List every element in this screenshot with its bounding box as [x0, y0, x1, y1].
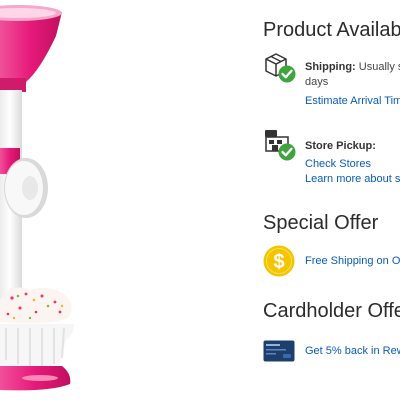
dessert-maker-illustration	[0, 5, 74, 391]
coin-glyph: $	[273, 251, 284, 273]
check-stores-link[interactable]: Check Stores	[305, 157, 371, 171]
product-availability-panel: Product Availabili Shipping: Usually shi…	[263, 0, 400, 400]
availability-heading: Product Availabili	[263, 19, 400, 41]
green-check-icon	[278, 143, 296, 161]
pickup-status-icon	[263, 128, 297, 162]
shipping-status-icon	[263, 50, 297, 84]
shipping-text-line2: days	[305, 76, 329, 88]
dollar-coin-icon: $	[263, 245, 295, 277]
estimate-arrival-link[interactable]: Estimate Arrival Time	[305, 94, 400, 108]
cardholder-offer-heading: Cardholder Offer	[263, 300, 400, 322]
learn-more-stores-link[interactable]: Learn more about stor	[305, 172, 400, 186]
special-offer-heading: Special Offer	[263, 212, 379, 234]
rewards-offer-link[interactable]: Get 5% back in Rewa	[305, 344, 400, 358]
credit-card-icon	[263, 340, 295, 362]
store-pickup-label: Store Pickup:	[305, 140, 376, 152]
package-box-icon	[265, 53, 296, 83]
shipping-text: Usually shi	[358, 61, 400, 73]
free-shipping-offer-link[interactable]: Free Shipping on Orde	[305, 254, 400, 268]
shipping-label: Shipping:	[305, 61, 356, 73]
green-check-icon	[278, 65, 296, 83]
store-pickup-icon	[265, 130, 296, 161]
product-image	[0, 0, 90, 400]
shipping-line1: Shipping: Usually shi	[305, 60, 400, 74]
